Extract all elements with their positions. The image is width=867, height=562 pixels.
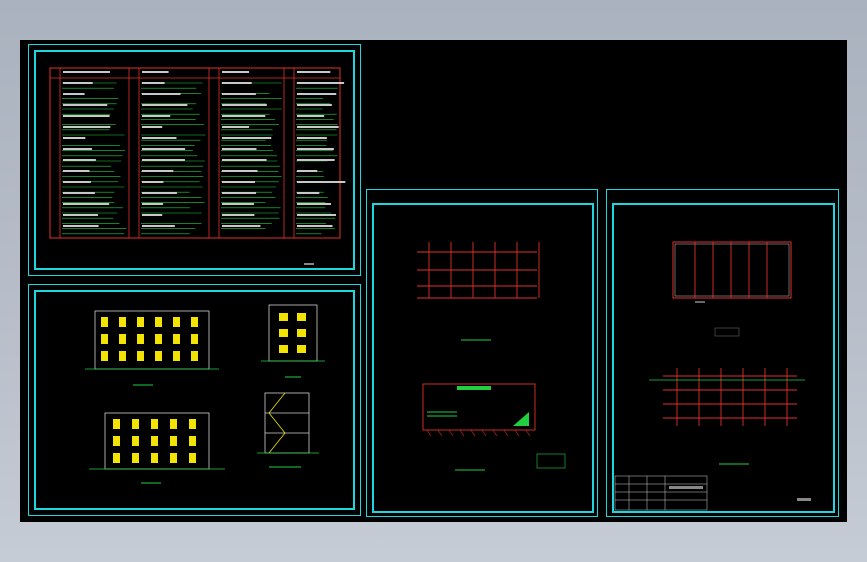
cad-model-space[interactable]: [20, 40, 847, 522]
foundation-plan-sheet[interactable]: [366, 189, 598, 517]
title-block: [615, 476, 707, 510]
specification-table-sheet[interactable]: [28, 44, 361, 276]
specification-table-drawing: [29, 45, 362, 277]
elevations-drawing: [29, 285, 362, 517]
foundation-plan-drawing: [367, 190, 599, 518]
roof-structure-drawing: [607, 190, 840, 518]
elevations-sheet[interactable]: [28, 284, 361, 516]
roof-structure-sheet[interactable]: [606, 189, 839, 517]
